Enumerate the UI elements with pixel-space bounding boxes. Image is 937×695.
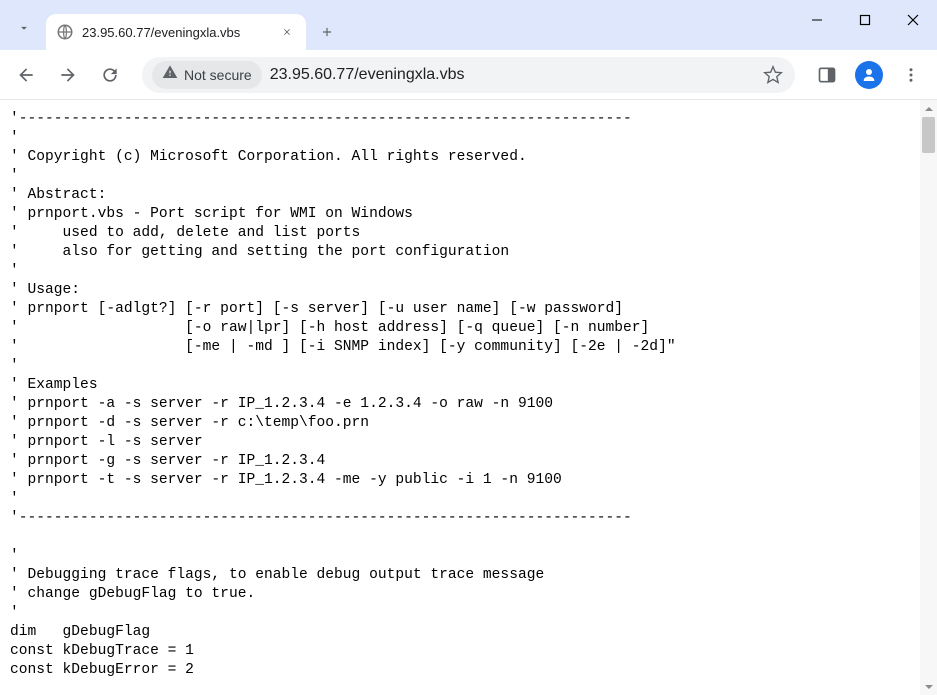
scrollbar-thumb[interactable] (922, 117, 935, 153)
security-text: Not secure (184, 67, 252, 83)
globe-icon (56, 23, 74, 41)
new-tab-button[interactable] (312, 17, 342, 47)
address-bar[interactable]: Not secure 23.95.60.77/eveningxla.vbs (142, 57, 795, 93)
active-tab[interactable]: 23.95.60.77/eveningxla.vbs (46, 14, 306, 50)
reload-button[interactable] (92, 57, 128, 93)
page-content-area: '---------------------------------------… (0, 100, 937, 695)
menu-button[interactable] (893, 57, 929, 93)
url-text: 23.95.60.77/eveningxla.vbs (270, 66, 753, 84)
side-panel-icon[interactable] (809, 57, 845, 93)
bookmark-star-icon[interactable] (761, 63, 785, 87)
avatar-icon (855, 61, 883, 89)
back-button[interactable] (8, 57, 44, 93)
profile-avatar[interactable] (851, 57, 887, 93)
content-viewport: '---------------------------------------… (0, 100, 920, 695)
browser-titlebar: 23.95.60.77/eveningxla.vbs (0, 0, 937, 50)
tab-search-dropdown[interactable] (8, 12, 40, 44)
scroll-down-arrow-icon[interactable] (920, 678, 937, 695)
window-controls (793, 0, 937, 40)
file-text[interactable]: '---------------------------------------… (0, 100, 920, 690)
forward-button[interactable] (50, 57, 86, 93)
scroll-up-arrow-icon[interactable] (920, 100, 937, 117)
tab-title: 23.95.60.77/eveningxla.vbs (82, 25, 270, 40)
minimize-button[interactable] (793, 0, 841, 40)
close-icon[interactable] (278, 23, 296, 41)
browser-toolbar: Not secure 23.95.60.77/eveningxla.vbs (0, 50, 937, 100)
window-close-button[interactable] (889, 0, 937, 40)
warning-icon (162, 64, 178, 85)
vertical-scrollbar[interactable] (920, 100, 937, 695)
security-chip[interactable]: Not secure (152, 61, 262, 89)
maximize-button[interactable] (841, 0, 889, 40)
